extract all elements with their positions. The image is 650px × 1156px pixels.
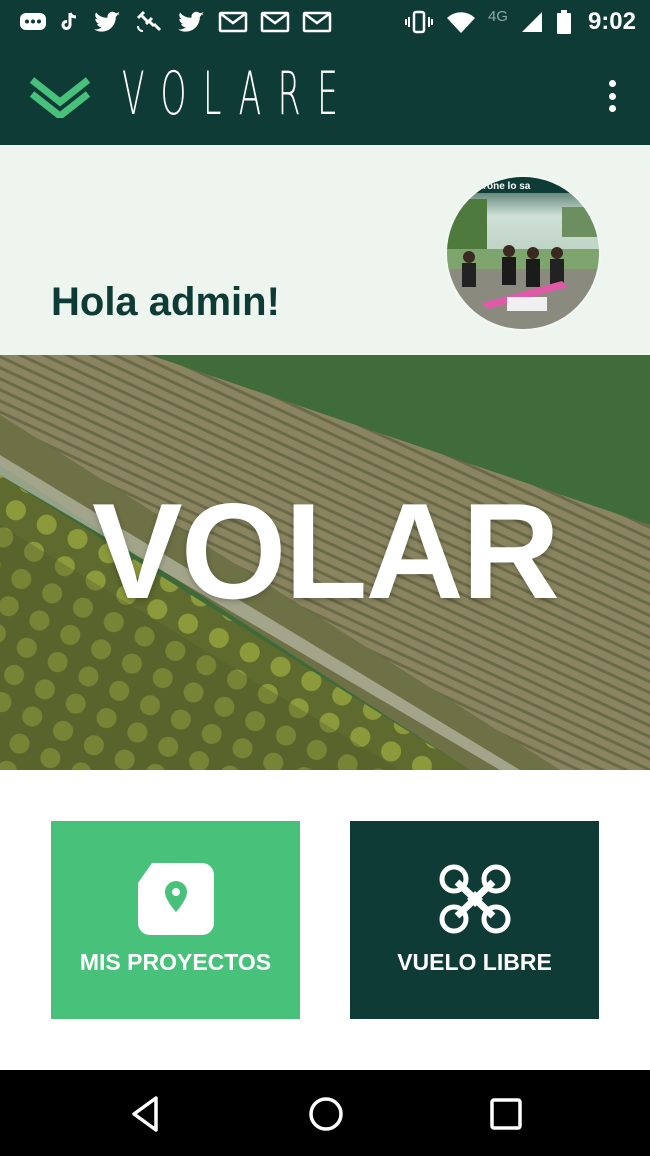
twitter-icon: [178, 11, 204, 32]
tiktok-icon: [61, 12, 77, 30]
avatar-caption: drone lo sa: [477, 181, 531, 192]
drone-icon: [439, 864, 510, 934]
twitter-icon: [94, 11, 120, 32]
mis-proyectos-label: MIS PROYECTOS: [79, 949, 272, 975]
gmail-icon: [302, 11, 332, 33]
greeting-title: Hola admin!: [51, 280, 280, 324]
home-icon[interactable]: [304, 1092, 348, 1136]
satellite-icon: [136, 10, 162, 32]
back-icon[interactable]: [124, 1092, 168, 1136]
chat-bubble-icon: [20, 13, 46, 30]
folder-location-icon: [137, 863, 214, 935]
recents-icon[interactable]: [484, 1092, 528, 1136]
brand-logo: VOLARE: [122, 59, 355, 129]
actions-section: MIS PROYECTOS VUELO LIBRE: [0, 770, 650, 1070]
logo-chevron-icon: [29, 77, 91, 118]
vuelo-libre-button[interactable]: VUELO LIBRE: [350, 821, 599, 1019]
clock: 9:02: [587, 8, 636, 35]
greeting-panel: Hola admin! drone lo sa: [0, 145, 650, 355]
status-bar: 4G 9:02: [0, 0, 650, 44]
gmail-icon: [260, 11, 290, 33]
network-type: 4G: [487, 7, 508, 25]
avatar-photo: drone lo sa: [447, 177, 599, 329]
signal-icon: [521, 12, 542, 32]
vibrate-icon: [404, 10, 433, 34]
notification-icons: [18, 10, 332, 34]
more-vert-icon[interactable]: [600, 76, 624, 116]
vuelo-libre-label: VUELO LIBRE: [397, 949, 552, 975]
hero-banner[interactable]: VOLAR: [0, 355, 650, 770]
mis-proyectos-button[interactable]: MIS PROYECTOS: [51, 821, 300, 1019]
avatar[interactable]: drone lo sa: [445, 175, 601, 331]
system-icons: 4G 9:02: [404, 8, 636, 36]
system-nav-bar: [0, 1070, 650, 1156]
battery-icon: [556, 10, 571, 34]
hero-title: VOLAR: [92, 475, 560, 627]
gmail-icon: [218, 11, 248, 33]
wifi-icon: [446, 12, 475, 33]
app-bar: VOLARE: [0, 44, 650, 145]
